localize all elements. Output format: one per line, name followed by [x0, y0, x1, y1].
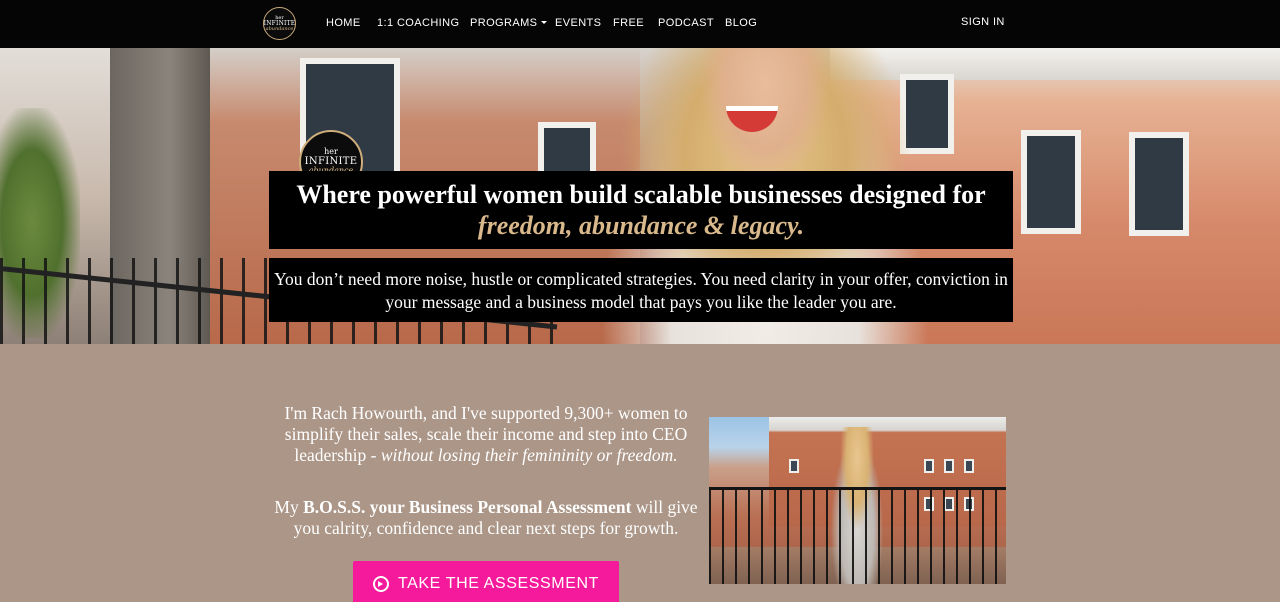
- hero-headline-accent: freedom, abundance & legacy.: [477, 211, 805, 240]
- background-window: [1129, 132, 1189, 236]
- arrow-circle-right-icon: [372, 575, 389, 592]
- brand-logo[interactable]: her INFINITE abundance: [263, 7, 296, 40]
- hero-subheadline-box: You don’t need more noise, hustle or com…: [269, 258, 1013, 322]
- photo-railing: [709, 487, 1006, 584]
- take-assessment-button[interactable]: TAKE THE ASSESSMENT: [353, 561, 619, 602]
- top-navbar: her INFINITE abundance HOME 1:1 COACHING…: [0, 0, 1280, 48]
- intro-emphasis: without losing their femininity or freed…: [380, 445, 678, 465]
- photo-window: [924, 459, 934, 473]
- nav-programs-label: PROGRAMS: [470, 17, 538, 29]
- photo-railing-top: [709, 487, 1006, 490]
- photo-window: [964, 459, 974, 473]
- nav-podcast[interactable]: PODCAST: [658, 17, 714, 29]
- background-window: [1021, 130, 1081, 234]
- logo-line-3: abundance: [265, 25, 294, 32]
- nav-blog[interactable]: BLOG: [725, 17, 757, 29]
- hero-headline-box: Where powerful women build scalable busi…: [269, 171, 1013, 249]
- hero-headline: Where powerful women build scalable busi…: [296, 180, 986, 209]
- chevron-down-icon: [541, 21, 548, 24]
- nav-events[interactable]: EVENTS: [555, 17, 601, 29]
- photo-window: [789, 459, 799, 473]
- sign-in-link[interactable]: SIGN IN: [961, 16, 1005, 28]
- hero-subheadline: You don’t need more noise, hustle or com…: [274, 269, 1008, 312]
- assessment-prefix: My: [274, 497, 304, 517]
- nav-home[interactable]: HOME: [326, 17, 361, 29]
- assessment-paragraph: My B.O.S.S. your Business Personal Asses…: [270, 497, 702, 539]
- nav-programs[interactable]: PROGRAMS: [470, 17, 548, 29]
- photo-window: [944, 459, 954, 473]
- intro-paragraph: I'm Rach Howourth, and I've supported 9,…: [270, 403, 702, 466]
- celebration-photo: [709, 417, 1006, 584]
- take-assessment-label: TAKE THE ASSESSMENT: [397, 574, 600, 592]
- assessment-name: B.O.S.S. your Business Personal Assessme…: [303, 497, 632, 517]
- nav-free[interactable]: FREE: [613, 17, 644, 29]
- nav-coaching[interactable]: 1:1 COACHING: [377, 17, 459, 29]
